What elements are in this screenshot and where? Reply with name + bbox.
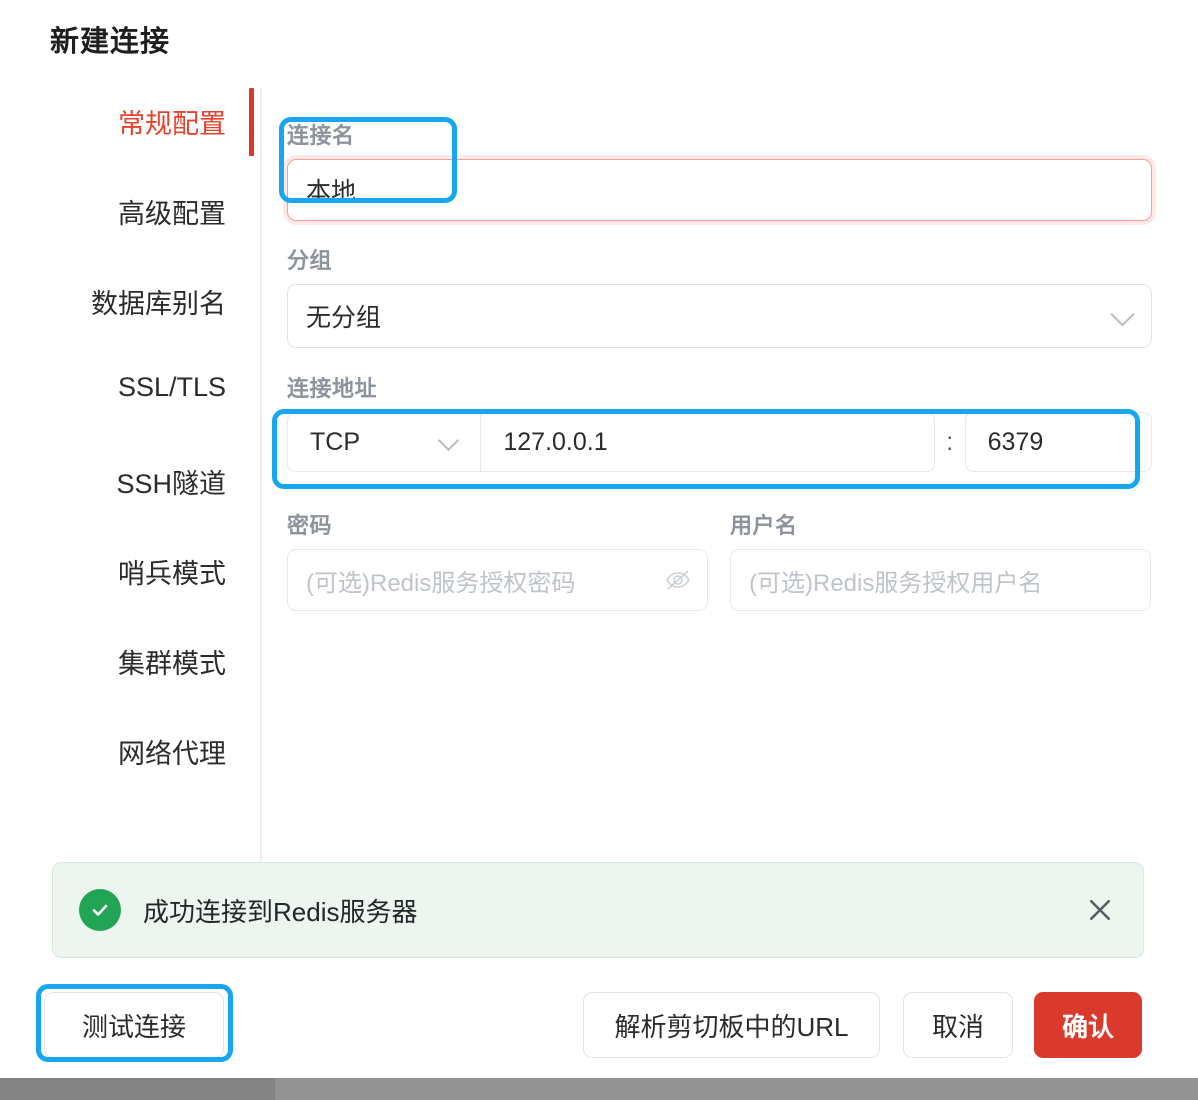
taskbar-strip-left [0,1078,275,1100]
active-tab-indicator [249,88,254,156]
field-connection-address: 连接地址 TCP 127.0.0.1 : 6379 [287,371,1152,472]
sidebar-divider [260,88,262,862]
confirm-button[interactable]: 确认 [1034,992,1142,1058]
password-placeholder: (可选)Redis服务授权密码 [306,569,576,597]
check-circle-icon [79,889,121,931]
new-connection-dialog: 新建连接 常规配置 高级配置 数据库别名 SSL/TLS SSH隧道 哨兵模式 … [0,0,1198,1100]
group-label: 分组 [287,248,333,273]
field-password: 密码 (可选)Redis服务授权密码 [287,508,708,611]
address-input-group: TCP 127.0.0.1 : 6379 [287,412,1152,472]
username-label: 用户名 [730,513,798,538]
sidebar: 常规配置 高级配置 数据库别名 SSL/TLS SSH隧道 哨兵模式 集群模式 … [0,88,254,862]
parse-clipboard-url-button[interactable]: 解析剪切板中的URL [583,992,880,1058]
status-alert: 成功连接到Redis服务器 [52,862,1144,958]
test-connection-button[interactable]: 测试连接 [44,992,224,1058]
connection-name-input[interactable]: 本地 [287,159,1152,221]
port-input[interactable]: 6379 [964,412,1152,472]
sidebar-item-cluster[interactable]: 集群模式 [26,642,226,681]
cancel-button[interactable]: 取消 [903,992,1013,1058]
port-value: 6379 [987,427,1044,456]
protocol-value: TCP [310,427,360,456]
taskbar-strip-right [275,1078,1198,1100]
sidebar-item-advanced[interactable]: 高级配置 [26,192,226,231]
eye-off-icon[interactable] [665,568,691,592]
username-input[interactable]: (可选)Redis服务授权用户名 [730,549,1151,611]
sidebar-item-ssh-tunnel[interactable]: SSH隧道 [26,462,226,501]
chevron-down-icon [438,429,460,452]
sidebar-item-general[interactable]: 常规配置 [26,102,226,141]
field-connection-name: 连接名 本地 [287,118,1152,221]
sidebar-item-sentinel[interactable]: 哨兵模式 [26,552,226,591]
sidebar-item-db-alias[interactable]: 数据库别名 [26,282,226,321]
group-selected-value: 无分组 [306,304,382,332]
connection-address-label: 连接地址 [287,376,378,401]
connection-name-label: 连接名 [287,123,355,148]
sidebar-item-ssl-tls[interactable]: SSL/TLS [26,372,226,403]
close-icon[interactable] [1083,893,1117,927]
password-label: 密码 [287,513,333,538]
page-title: 新建连接 [50,26,171,58]
credentials-row: 密码 (可选)Redis服务授权密码 用户名 (可选)Redis服务授权用户名 [287,508,1152,611]
group-select[interactable]: 无分组 [287,284,1152,348]
chevron-down-icon [1110,302,1135,327]
username-placeholder: (可选)Redis服务授权用户名 [749,569,1043,597]
address-separator: : [946,427,954,456]
host-value: 127.0.0.1 [503,427,608,456]
field-username: 用户名 (可选)Redis服务授权用户名 [730,508,1151,611]
alert-message: 成功连接到Redis服务器 [143,896,418,927]
connection-name-value: 本地 [306,178,357,206]
dialog-body: 常规配置 高级配置 数据库别名 SSL/TLS SSH隧道 哨兵模式 集群模式 … [0,88,1198,862]
protocol-select[interactable]: TCP [287,412,482,472]
host-input[interactable]: 127.0.0.1 [481,412,935,472]
footer-actions: 测试连接 解析剪切板中的URL 取消 确认 [0,988,1198,1058]
sidebar-item-network-proxy[interactable]: 网络代理 [26,732,226,771]
password-input[interactable]: (可选)Redis服务授权密码 [287,549,708,611]
field-group: 分组 无分组 [287,243,1152,348]
